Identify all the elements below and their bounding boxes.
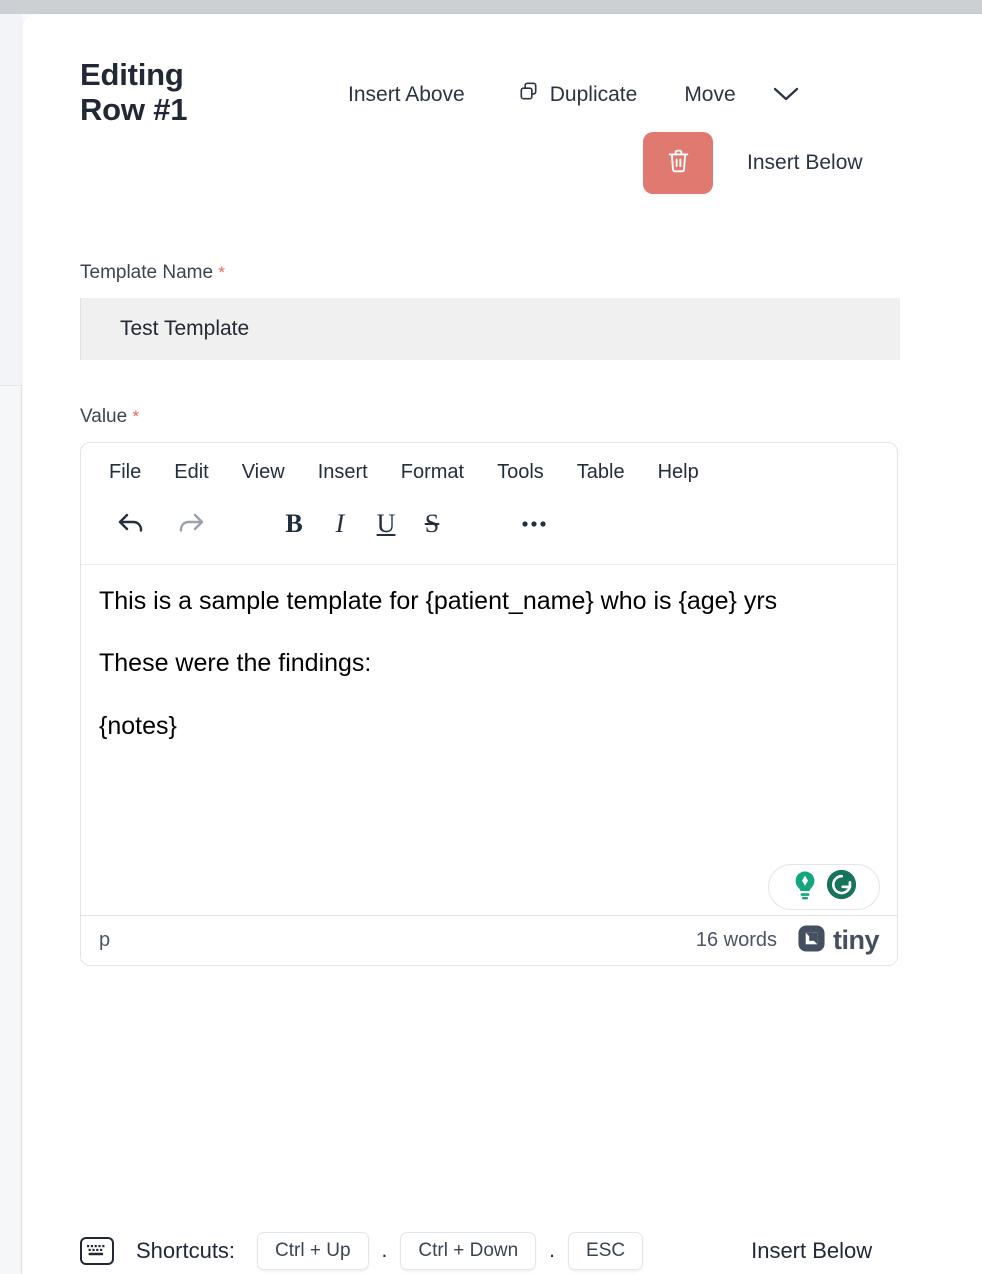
template-name-label: Template Name * — [80, 262, 925, 284]
bold-icon[interactable]: B — [271, 504, 317, 544]
insert-above-button[interactable]: Insert Above — [348, 79, 465, 111]
left-rail-segment — [0, 14, 22, 386]
lightbulb-icon — [790, 869, 820, 906]
menu-format[interactable]: Format — [401, 461, 464, 484]
more-options-icon[interactable] — [511, 504, 557, 544]
editor-paragraph-1: This is a sample template for {patient_n… — [99, 587, 778, 615]
word-count: 16 words — [695, 929, 777, 951]
italic-icon[interactable]: I — [317, 504, 363, 544]
trash-icon — [666, 148, 691, 178]
delete-row-button[interactable] — [643, 132, 713, 194]
keyboard-icon — [80, 1237, 114, 1265]
shortcut-separator-2: . — [549, 1239, 556, 1262]
move-label: Move — [684, 82, 736, 106]
redo-icon[interactable] — [167, 504, 213, 544]
editing-row-modal: Editing Row #1 Insert Above Duplicate Mo… — [23, 14, 982, 1274]
insert-below-button-footer[interactable]: Insert Below — [751, 1238, 872, 1264]
menu-help[interactable]: Help — [658, 461, 699, 484]
menu-insert[interactable]: Insert — [318, 461, 368, 484]
template-name-required-marker: * — [218, 263, 225, 282]
editor-toolbar: B I U S — [81, 488, 897, 565]
underline-icon[interactable]: U — [363, 504, 409, 544]
duplicate-label: Duplicate — [549, 82, 638, 106]
editor-paragraph-2: These were the findings: — [99, 649, 372, 678]
page-title-line-2: Row #1 — [80, 91, 188, 127]
element-path[interactable]: p — [99, 929, 110, 952]
duplicate-icon — [517, 80, 540, 109]
shortcut-key-ctrl-down[interactable]: Ctrl + Down — [400, 1232, 537, 1270]
shortcuts-label: Shortcuts: — [136, 1238, 236, 1263]
page-title: Editing Row #1 — [80, 57, 340, 127]
grammarly-logo-icon — [825, 868, 858, 906]
row-edit-form: Template Name * Value * File Edit View I… — [80, 262, 925, 966]
menu-file[interactable]: File — [109, 461, 141, 484]
value-label: Value * — [80, 406, 925, 428]
insert-below-label-header: Insert Below — [747, 151, 863, 174]
menu-tools[interactable]: Tools — [497, 461, 544, 484]
tiny-logo-icon — [797, 924, 826, 958]
chevron-down-icon — [772, 85, 800, 105]
shortcuts-bar: Shortcuts: Ctrl + Up . Ctrl + Down . ESC… — [80, 1232, 980, 1270]
header-more-toggle[interactable] — [764, 79, 808, 111]
value-required-marker: * — [132, 407, 140, 426]
editor-statusbar: p 16 words tiny — [81, 915, 897, 965]
rich-text-editor: File Edit View Insert Format Tools Table… — [80, 442, 898, 966]
menu-view[interactable]: View — [242, 461, 285, 484]
shortcut-key-esc[interactable]: ESC — [568, 1232, 644, 1270]
insert-above-label: Insert Above — [348, 82, 465, 106]
header-actions-row-primary: Insert Above Duplicate Move — [348, 76, 808, 113]
undo-icon[interactable] — [109, 504, 155, 544]
move-button[interactable]: Move — [684, 79, 735, 111]
menu-edit[interactable]: Edit — [174, 461, 208, 484]
grammarly-widget[interactable] — [768, 864, 880, 910]
template-name-input[interactable] — [80, 298, 900, 360]
header-actions-row-secondary: Insert Below — [643, 132, 863, 194]
shortcut-separator-1: . — [381, 1239, 388, 1262]
statusbar-right: 16 words tiny — [695, 924, 880, 958]
left-rail — [0, 14, 22, 1274]
value-label-text: Value — [80, 406, 128, 427]
page-title-line-1: Editing — [80, 57, 184, 92]
duplicate-button[interactable]: Duplicate — [517, 76, 638, 113]
tiny-wordmark: tiny — [832, 925, 880, 955]
editor-content-area[interactable]: This is a sample template for {patient_n… — [81, 565, 897, 915]
editor-paragraph-3: {notes} — [99, 711, 177, 740]
strikethrough-icon[interactable]: S — [409, 504, 455, 544]
editor-menubar: File Edit View Insert Format Tools Table… — [81, 443, 811, 488]
shortcut-key-ctrl-up[interactable]: Ctrl + Up — [257, 1232, 369, 1270]
template-name-label-text: Template Name — [80, 262, 214, 283]
modal-header: Editing Row #1 Insert Above Duplicate Mo… — [23, 14, 982, 214]
menu-table[interactable]: Table — [577, 461, 625, 484]
insert-below-button-header[interactable]: Insert Below — [747, 147, 863, 179]
tiny-branding[interactable]: tiny — [797, 924, 880, 958]
